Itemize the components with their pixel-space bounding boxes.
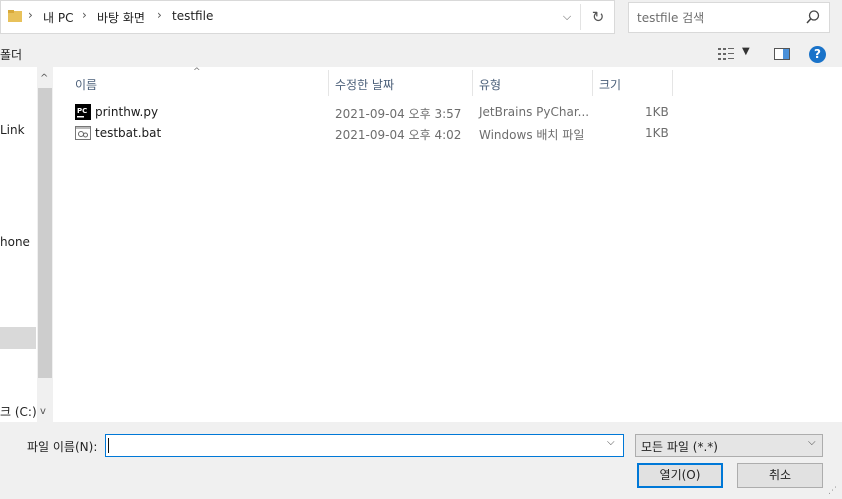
column-header-type[interactable]: 유형	[479, 76, 501, 93]
column-header-size[interactable]: 크기	[599, 76, 621, 93]
svg-text:PC: PC	[77, 107, 87, 115]
file-row[interactable]: PC printhw.py 2021-09-04 오후 3:57 JetBrai…	[70, 102, 670, 123]
filename-label: 파일 이름(N):	[27, 440, 98, 454]
nav-item-phone[interactable]: hone	[0, 235, 30, 249]
file-name: printhw.py	[95, 105, 159, 119]
address-history-dropdown[interactable]: ⌵	[558, 6, 576, 28]
refresh-button[interactable]: ↻	[587, 6, 609, 28]
address-bar[interactable]	[0, 0, 615, 34]
column-divider[interactable]	[592, 70, 593, 96]
breadcrumb-item-this-pc[interactable]: 내 PC	[43, 9, 73, 26]
column-divider[interactable]	[472, 70, 473, 96]
column-header-name[interactable]: 이름	[75, 76, 97, 93]
view-options-icon[interactable]	[718, 47, 736, 61]
column-divider[interactable]	[672, 70, 673, 96]
breadcrumb-item-testfile[interactable]: testfile	[172, 9, 213, 23]
folder-icon	[8, 10, 22, 22]
help-icon[interactable]: ?	[809, 46, 826, 63]
sort-ascending-icon: ^	[193, 67, 201, 77]
chevron-down-icon[interactable]: ▼	[742, 46, 750, 57]
chevron-down-icon[interactable]: ⌵	[808, 437, 816, 448]
filename-input[interactable]	[105, 434, 624, 457]
scroll-up-icon[interactable]: ^	[40, 73, 48, 84]
breadcrumb-separator: ›	[157, 8, 162, 22]
new-folder-button[interactable]: 폴더	[0, 46, 22, 63]
column-header-date[interactable]: 수정한 날짜	[335, 76, 394, 93]
file-size: 1KB	[645, 126, 669, 140]
address-divider	[580, 4, 581, 30]
search-placeholder: testfile 검색	[637, 11, 705, 25]
file-type: JetBrains PyChar...	[479, 105, 590, 119]
file-size: 1KB	[645, 105, 669, 119]
file-date: 2021-09-04 오후 4:02	[335, 128, 462, 142]
text-caret	[108, 438, 109, 453]
nav-item-local-disk[interactable]: 크 (C:)	[0, 403, 37, 420]
scroll-down-icon[interactable]: v	[40, 406, 46, 417]
nav-scrollbar-thumb[interactable]	[38, 88, 52, 378]
batch-file-icon	[75, 126, 91, 140]
file-type: Windows 배치 파일	[479, 128, 585, 142]
nav-item-link[interactable]: Link	[0, 123, 25, 137]
breadcrumb-separator: ›	[82, 8, 87, 22]
open-button[interactable]: 열기(O)	[637, 463, 723, 488]
resize-grip-icon[interactable]: ⋰	[828, 486, 837, 496]
cancel-button[interactable]: 취소	[737, 463, 823, 488]
file-row[interactable]: testbat.bat 2021-09-04 오후 4:02 Windows 배…	[70, 123, 670, 144]
chevron-down-icon[interactable]: ⌵	[607, 437, 615, 448]
filetype-value: 모든 파일 (*.*)	[641, 440, 718, 454]
breadcrumb-separator: ›	[28, 8, 33, 22]
file-date: 2021-09-04 오후 3:57	[335, 107, 462, 121]
file-name: testbat.bat	[95, 126, 162, 140]
breadcrumb-item-desktop[interactable]: 바탕 화면	[97, 9, 145, 26]
search-icon[interactable]	[805, 9, 821, 25]
column-divider[interactable]	[328, 70, 329, 96]
preview-pane-icon[interactable]	[774, 48, 790, 60]
pycharm-file-icon: PC	[75, 104, 91, 120]
nav-selected-item[interactable]	[0, 327, 36, 349]
